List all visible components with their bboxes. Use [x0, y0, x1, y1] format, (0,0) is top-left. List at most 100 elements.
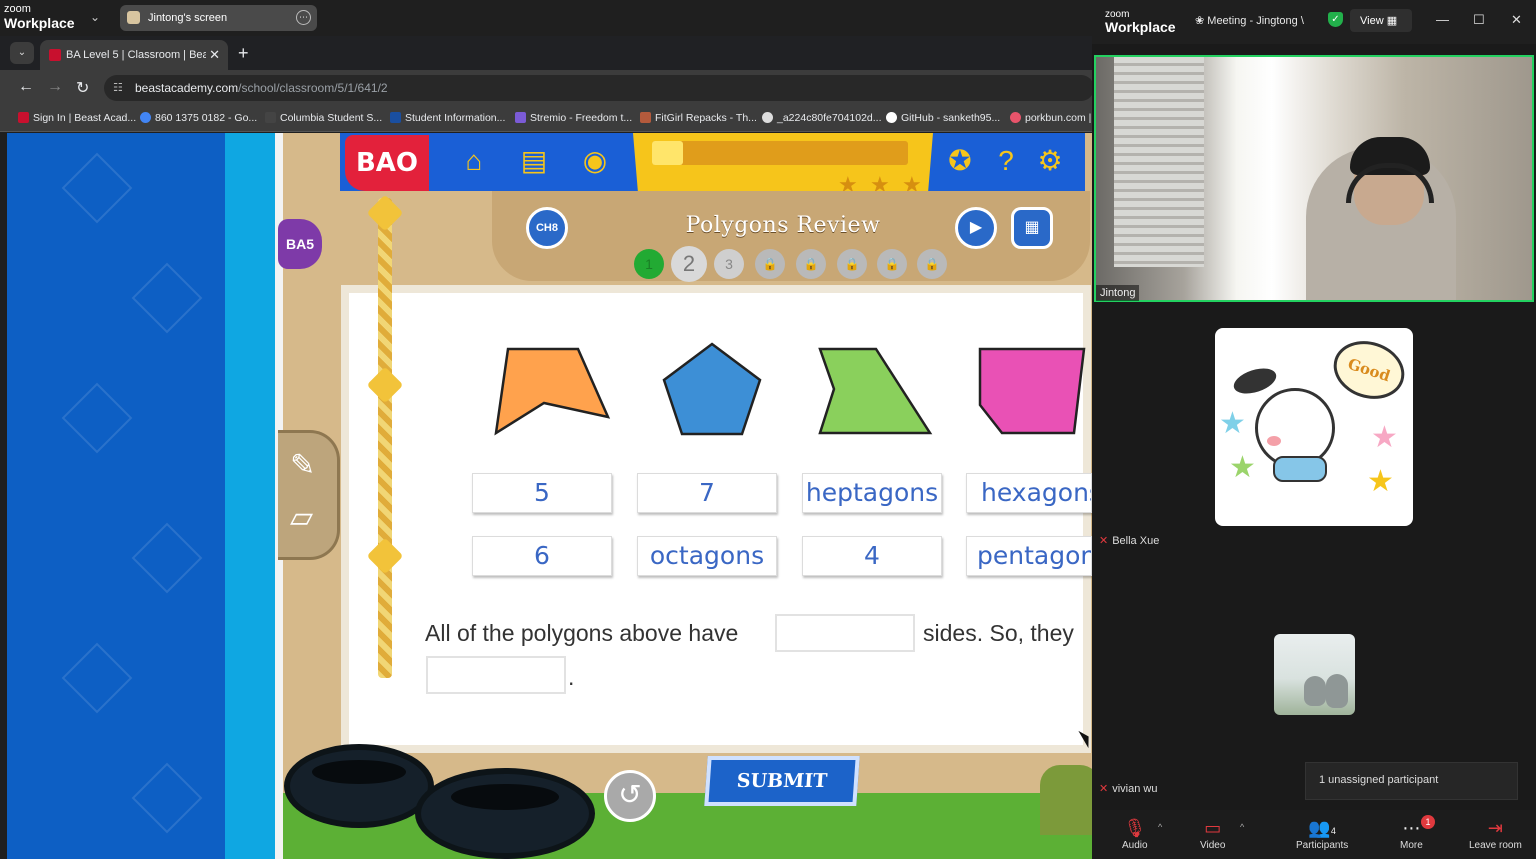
bao-logo[interactable]: BAO: [345, 135, 429, 191]
avatar-icon: [127, 11, 140, 24]
new-tab-icon[interactable]: +: [238, 43, 249, 64]
decorative-diamond: [61, 382, 133, 454]
answer-tile[interactable]: pentagons: [966, 536, 1092, 576]
answer-tile[interactable]: 6: [472, 536, 612, 576]
participants-button[interactable]: 👥4 Participants: [1296, 818, 1348, 851]
eraser-icon[interactable]: ▱: [290, 500, 313, 535]
more-button[interactable]: ⋯ More: [1400, 818, 1423, 851]
bookmark-item[interactable]: porkbun.com |: [1010, 112, 1091, 124]
book-icon[interactable]: ▤: [515, 142, 553, 180]
participant-name-label: ✕ Bella Xue: [1099, 534, 1159, 547]
reload-icon[interactable]: ↻: [76, 78, 89, 98]
close-tab-icon[interactable]: ✕: [209, 47, 220, 63]
meeting-title[interactable]: ❀ Meeting - Jingtong \: [1195, 14, 1307, 27]
green-polygon: [818, 347, 933, 435]
step-1[interactable]: 1: [634, 249, 664, 279]
submit-button[interactable]: SUBMIT: [704, 756, 860, 806]
more-icon: ⋯: [1402, 818, 1421, 838]
bookmark-favicon-icon: [390, 112, 401, 123]
decorative-diamond: [61, 152, 133, 224]
audio-button[interactable]: 🎙 Audio: [1122, 818, 1148, 851]
video-options-caret-icon[interactable]: ^: [1240, 822, 1244, 832]
settings-gear-icon[interactable]: ⚙: [1031, 142, 1069, 180]
step-2[interactable]: 2: [671, 246, 707, 282]
site-info-icon[interactable]: ☷: [113, 81, 127, 95]
back-icon[interactable]: ←: [18, 78, 34, 96]
answer-tile[interactable]: octagons: [637, 536, 777, 576]
forward-icon[interactable]: →: [47, 78, 63, 96]
zoom-logo-line2: Workplace: [1105, 19, 1176, 35]
video-off-icon: ▭: [1204, 818, 1222, 838]
play-icon[interactable]: ▶: [955, 207, 997, 249]
bookmark-item[interactable]: Columbia Student S...: [265, 112, 382, 124]
video-button[interactable]: ▭ Video: [1200, 818, 1225, 851]
bookmarks-bar: Sign In | Beast Acad... 860 1375 0182 - …: [0, 106, 1092, 132]
bookmark-item[interactable]: 860 1375 0182 - Go...: [140, 112, 257, 124]
url-input[interactable]: ☷ beastacademy.com/school/classroom/5/1/…: [104, 75, 1094, 101]
chevron-down-icon[interactable]: ⌄: [90, 10, 100, 24]
leave-room-button[interactable]: ⇥ Leave room: [1469, 818, 1522, 851]
pink-polygon: [978, 347, 1086, 435]
answer-drop-slot[interactable]: [775, 614, 915, 652]
bookmark-item[interactable]: Stremio - Freedom t...: [515, 112, 632, 124]
zoom-logo-line2: Workplace: [4, 15, 75, 31]
guide-book-icon[interactable]: ▦: [1011, 207, 1053, 249]
minimize-icon[interactable]: —: [1436, 12, 1449, 27]
shield-icon[interactable]: ✓: [1328, 12, 1343, 27]
progress-bar-fill: [652, 141, 683, 165]
tab-title: BA Level 5 | Classroom | Beast A: [66, 49, 206, 61]
tire-hole: [312, 760, 406, 784]
bookmark-favicon-icon: [140, 112, 151, 123]
url-domain: beastacademy.com: [135, 81, 239, 95]
reset-icon[interactable]: ↺: [604, 770, 656, 822]
participants-count: 4: [1330, 826, 1336, 836]
leave-icon: ⇥: [1487, 818, 1503, 838]
participants-label: Participants: [1296, 840, 1349, 851]
bookmark-label: Sign In | Beast Acad...: [33, 112, 137, 124]
shared-screen-pill[interactable]: Jintong's screen ⋯: [120, 5, 317, 31]
orange-polygon: [494, 347, 611, 436]
browser-tab-strip: ⌄ BA Level 5 | Classroom | Beast A ✕ +: [0, 36, 1092, 70]
help-icon[interactable]: ?: [987, 142, 1025, 180]
bookmark-label: Student Information...: [405, 112, 506, 124]
participant-name-label: ✕ vivian wu: [1099, 782, 1157, 795]
view-button[interactable]: View ▦: [1350, 9, 1412, 32]
more-options-icon[interactable]: ⋯: [296, 10, 311, 25]
pencil-icon[interactable]: ✎: [290, 448, 315, 483]
home-icon[interactable]: ⌂: [455, 142, 493, 180]
bookmark-item[interactable]: Sign In | Beast Acad...: [18, 112, 136, 124]
answer-tile[interactable]: 4: [802, 536, 942, 576]
active-speaker-video[interactable]: [1094, 55, 1534, 302]
participant-avatar[interactable]: [1274, 634, 1355, 715]
answer-tile[interactable]: 5: [472, 473, 612, 513]
answer-drop-slot[interactable]: [426, 656, 566, 694]
bookmark-item[interactable]: GitHub - sanketh95...: [886, 112, 1000, 124]
answer-tile[interactable]: hexagons: [966, 473, 1092, 513]
shared-screen-label: Jintong's screen: [148, 12, 228, 24]
answer-tile[interactable]: 7: [637, 473, 777, 513]
bookmark-item[interactable]: _a224c80fe704102d...: [762, 112, 882, 124]
maximize-icon[interactable]: ☐: [1473, 12, 1485, 28]
step-3[interactable]: 3: [714, 249, 744, 279]
bookmark-item[interactable]: Student Information...: [390, 112, 505, 124]
unassigned-participant-notice[interactable]: 1 unassigned participant: [1305, 762, 1518, 800]
close-icon[interactable]: ✕: [1511, 12, 1522, 28]
github-icon: [886, 112, 897, 123]
zoom-share-toolbar: zoom Workplace ⌄ Jintong's screen ⋯: [0, 0, 1092, 36]
decorative-diamond: [131, 762, 203, 834]
browser-tab[interactable]: BA Level 5 | Classroom | Beast A ✕: [40, 40, 228, 70]
participant-avatar[interactable]: Good ★ ★ ★ ★: [1215, 328, 1413, 526]
totoro-figure: [1304, 676, 1326, 706]
bookmark-item[interactable]: FitGirl Repacks - Th...: [640, 112, 757, 124]
level-badge[interactable]: BA5: [278, 219, 322, 269]
video-camera-icon[interactable]: ◉: [576, 142, 614, 180]
tab-search-icon[interactable]: ⌄: [10, 42, 34, 64]
audio-options-caret-icon[interactable]: ^: [1158, 822, 1162, 832]
bookmark-favicon-icon: [18, 112, 29, 123]
chapter-button[interactable]: CH8: [526, 207, 568, 249]
favicon-icon: [49, 49, 61, 61]
speech-bubble: Good: [1326, 332, 1412, 408]
award-ribbon-icon[interactable]: ✪: [941, 142, 979, 180]
answer-tile[interactable]: heptagons: [802, 473, 942, 513]
zoom-logo-line1: zoom: [4, 3, 31, 15]
